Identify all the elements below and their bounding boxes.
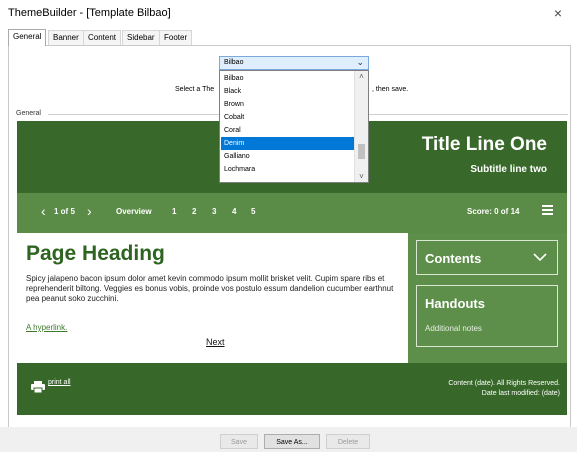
option-brown[interactable]: Brown: [221, 98, 355, 111]
option-lochmara[interactable]: Lochmara: [221, 163, 355, 176]
banner-subtitle: Subtitle line two: [470, 164, 547, 175]
scrollbar-thumb[interactable]: [358, 144, 365, 159]
delete-button[interactable]: Delete: [326, 434, 370, 449]
button-bar: Save Save As... Delete: [0, 427, 577, 452]
hamburger-menu-icon[interactable]: [542, 205, 553, 215]
preview-footer: print all Content (date). All Rights Res…: [17, 363, 567, 415]
nav-page-1[interactable]: 1: [172, 207, 176, 216]
sample-hyperlink[interactable]: A hyperlink.: [26, 323, 67, 332]
sidebar-contents-title: Contents: [425, 251, 482, 266]
close-icon[interactable]: ×: [549, 4, 567, 22]
body-text: Spicy jalapeno bacon ipsum dolor amet ke…: [26, 274, 394, 303]
chevron-left-icon[interactable]: ‹: [41, 204, 46, 218]
printer-icon[interactable]: [31, 381, 45, 393]
option-denim[interactable]: Denim: [221, 137, 355, 150]
option-cobalt[interactable]: Cobalt: [221, 111, 355, 124]
option-bilbao[interactable]: Bilbao: [221, 72, 355, 85]
tab-footer[interactable]: Footer: [159, 30, 193, 45]
template-options-list: Bilbao Black Brown Cobalt Coral Denim Ga…: [219, 70, 369, 183]
template-select[interactable]: Bilbao ⌄: [219, 56, 369, 70]
preview-sidebar: Contents Handouts Additional notes: [408, 233, 567, 363]
instruction-text-end: , then save.: [372, 86, 409, 93]
nav-page-4[interactable]: 4: [232, 207, 236, 216]
option-coral[interactable]: Coral: [221, 124, 355, 137]
save-as-button[interactable]: Save As...: [264, 434, 320, 449]
page-count: 1 of 5: [54, 207, 75, 216]
footer-last-modified: Date last modified: (date): [481, 390, 560, 397]
page-heading: Page Heading: [26, 242, 165, 265]
sidebar-handouts-note: Additional notes: [425, 324, 482, 333]
print-all-link[interactable]: print all: [48, 379, 71, 386]
chevron-right-icon[interactable]: ›: [87, 204, 92, 218]
chevron-down-icon: [533, 253, 547, 262]
next-link[interactable]: Next: [206, 337, 225, 347]
sidebar-contents-box[interactable]: Contents: [416, 240, 558, 275]
scroll-down-icon[interactable]: ˅: [355, 171, 368, 182]
options-scrollbar[interactable]: ˄ ˅: [354, 71, 368, 182]
tab-sidebar[interactable]: Sidebar: [122, 30, 160, 45]
nav-page-3[interactable]: 3: [212, 207, 216, 216]
preview-content: Page Heading Spicy jalapeno bacon ipsum …: [17, 233, 408, 363]
chevron-down-icon[interactable]: ⌄: [356, 57, 364, 68]
option-black[interactable]: Black: [221, 85, 355, 98]
sidebar-handouts-box: Handouts Additional notes: [416, 285, 558, 347]
tab-banner[interactable]: Banner: [48, 30, 84, 45]
score-text: Score: 0 of 14: [467, 207, 520, 216]
footer-copyright: Content (date). All Rights Reserved.: [448, 380, 560, 387]
themebuilder-window: ThemeBuilder - [Template Bilbao] × Gener…: [0, 0, 577, 452]
nav-page-2[interactable]: 2: [192, 207, 196, 216]
preview-nav-bar: ‹ 1 of 5 › Overview 1 2 3 4 5 Score: 0 o…: [17, 193, 567, 233]
instruction-text-start: Select a The: [175, 86, 215, 93]
title-bar: ThemeBuilder - [Template Bilbao] ×: [0, 0, 577, 28]
option-galliano[interactable]: Galliano: [221, 150, 355, 163]
group-label-general: General: [16, 110, 44, 117]
template-select-value: Bilbao: [224, 59, 244, 66]
nav-overview-link[interactable]: Overview: [116, 207, 152, 216]
nav-page-5[interactable]: 5: [251, 207, 255, 216]
save-button[interactable]: Save: [220, 434, 258, 449]
window-title: ThemeBuilder - [Template Bilbao]: [8, 7, 171, 19]
tab-general[interactable]: General: [8, 29, 47, 46]
tab-content[interactable]: Content: [83, 30, 122, 45]
scroll-up-icon[interactable]: ˄: [355, 71, 368, 82]
banner-title: Title Line One: [421, 134, 547, 155]
sidebar-handouts-title: Handouts: [425, 296, 485, 311]
